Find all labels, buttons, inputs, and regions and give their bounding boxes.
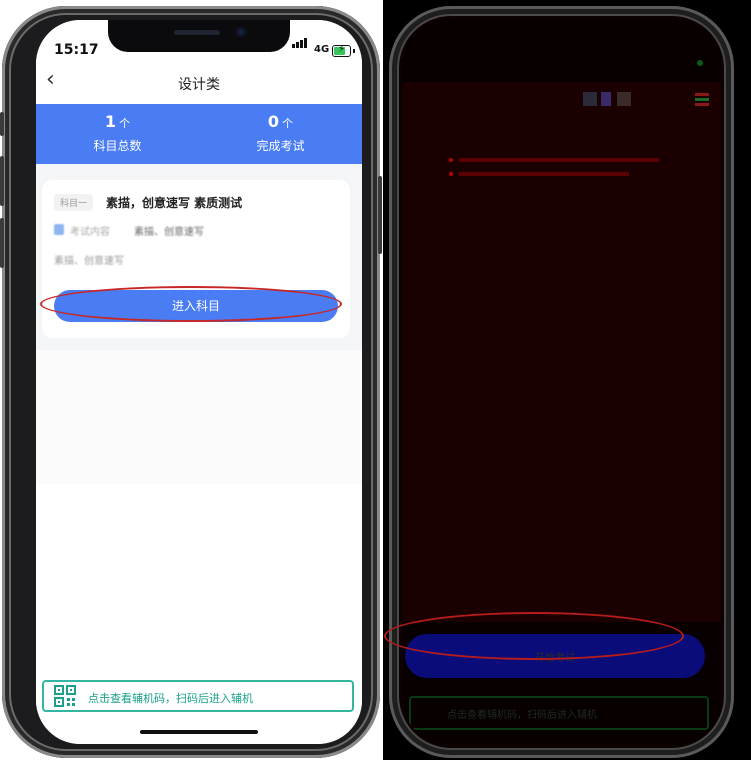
exam-content-label: 考试内容 bbox=[70, 227, 110, 238]
annotation-ring-start-button bbox=[384, 612, 684, 660]
bullet-icon bbox=[449, 172, 453, 176]
status-dot bbox=[697, 60, 703, 66]
bullet-icon bbox=[449, 158, 453, 162]
qr-code-icon bbox=[54, 685, 76, 707]
title-fragment bbox=[583, 92, 653, 108]
page-title: 设计类 bbox=[178, 77, 220, 93]
empty-panel bbox=[36, 350, 362, 485]
document-icon bbox=[54, 224, 64, 235]
qr-code-text: 点击查看辅机码，扫码后进入辅机 bbox=[88, 692, 253, 705]
menu-icon bbox=[695, 92, 709, 108]
stat-label: 完成考试 bbox=[256, 139, 305, 153]
qr-code-bar[interactable]: 点击查看辅机码，扫码后进入辅机 bbox=[42, 680, 354, 712]
stat-value: 0 bbox=[267, 112, 280, 131]
subject-badge: 科目一 bbox=[54, 194, 94, 211]
instruction-line bbox=[459, 172, 629, 176]
status-time: 15:17 bbox=[54, 42, 99, 58]
exam-content-value: 素描、创意速写 bbox=[134, 227, 204, 238]
qr-code-bar-dark[interactable]: 点击查看辅机码，扫码后进入辅机 bbox=[409, 696, 709, 730]
left-phone-frame: 15:17 4G ⚡ ‹ 设计类 1个 科目总数 0个 完成考试 科目一 素描，… bbox=[0, 6, 382, 758]
stat-total-subjects: 1个 科目总数 bbox=[36, 112, 199, 154]
instruction-line bbox=[459, 158, 659, 162]
qr-code-text-dark: 点击查看辅机码，扫码后进入辅机 bbox=[447, 710, 597, 721]
battery-icon: ⚡ bbox=[332, 44, 355, 57]
power-button bbox=[378, 176, 382, 254]
stat-label: 科目总数 bbox=[93, 139, 142, 153]
nav-bar: ‹ 设计类 bbox=[36, 60, 362, 104]
dark-content-area bbox=[403, 82, 721, 622]
volume-down-button bbox=[0, 218, 4, 268]
notch bbox=[108, 20, 290, 52]
exam-description: 素描、创意速写 bbox=[54, 256, 124, 267]
home-indicator bbox=[140, 730, 258, 734]
stat-completed-exams: 0个 完成考试 bbox=[199, 112, 362, 154]
annotation-ring-enter-button bbox=[40, 286, 342, 322]
volume-up-button bbox=[0, 156, 4, 206]
left-phone-screen: 15:17 4G ⚡ ‹ 设计类 1个 科目总数 0个 完成考试 科目一 素描，… bbox=[36, 20, 362, 744]
stat-unit: 个 bbox=[282, 117, 294, 130]
stat-unit: 个 bbox=[119, 117, 131, 130]
network-type: 4G bbox=[314, 44, 330, 55]
stats-banner: 1个 科目总数 0个 完成考试 bbox=[36, 104, 362, 164]
mute-switch bbox=[0, 112, 4, 136]
subject-title: 素描，创意速写 素质测试 bbox=[106, 196, 243, 210]
stat-value: 1 bbox=[104, 112, 117, 131]
